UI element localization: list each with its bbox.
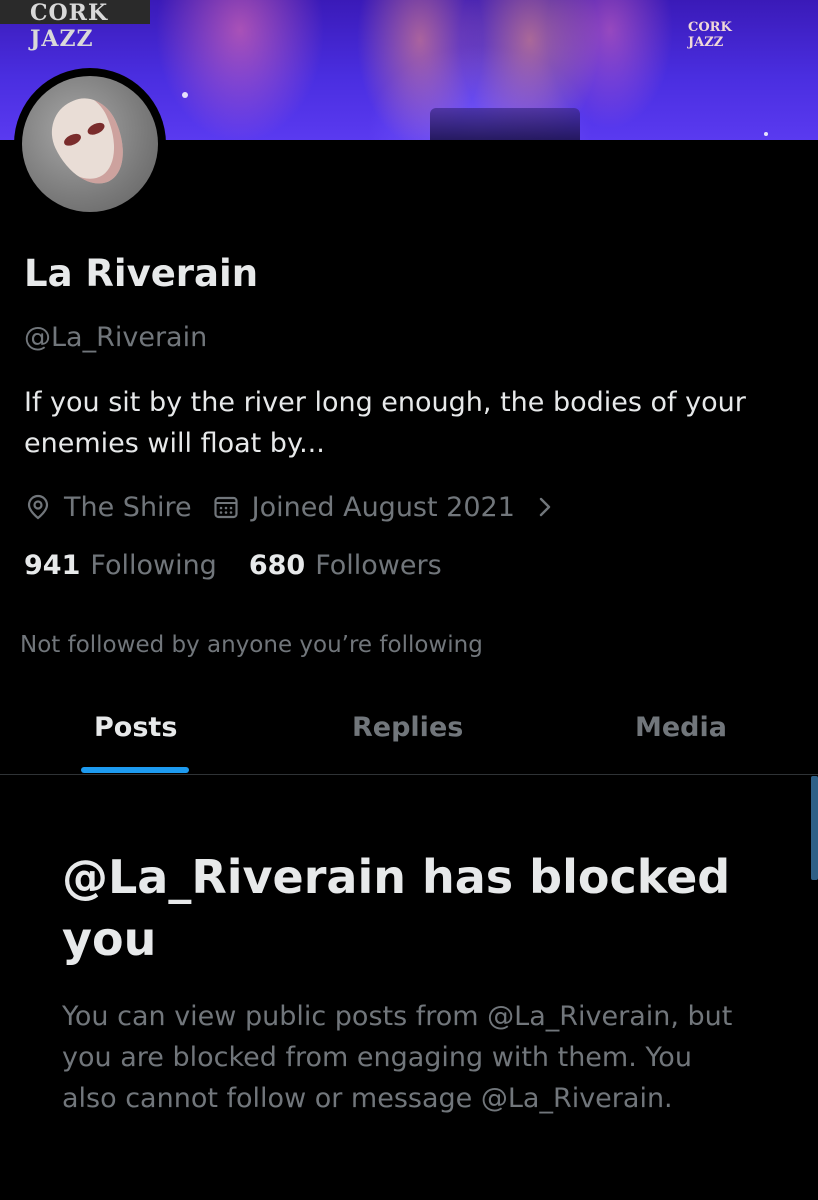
blocked-title: @La_Riverain has blocked you — [62, 850, 731, 966]
following-link[interactable]: 941 Following — [24, 550, 217, 581]
profile-tabs: Posts Replies Media — [0, 690, 818, 775]
joined-text: Joined August 2021 — [251, 491, 515, 523]
following-count: 941 — [24, 550, 81, 581]
chevron-right-icon[interactable] — [531, 493, 559, 521]
avatar[interactable] — [14, 68, 166, 220]
banner-light — [764, 132, 768, 136]
avatar-image — [22, 76, 158, 212]
location: The Shire — [24, 492, 192, 523]
followers-label: Followers — [315, 550, 442, 581]
tab-posts[interactable]: Posts — [94, 712, 177, 743]
banner-sign-left: CORK JAZZ — [0, 0, 150, 52]
profile-bio: If you sit by the river long enough, the… — [24, 387, 746, 459]
scrollbar[interactable] — [811, 776, 818, 880]
banner-sign-right: CORK JAZZ — [688, 20, 732, 50]
display-name: La Riverain — [24, 252, 259, 295]
calendar-icon — [212, 493, 240, 521]
following-label: Following — [90, 550, 217, 581]
followers-link[interactable]: 680 Followers — [249, 550, 442, 581]
tab-replies[interactable]: Replies — [352, 712, 463, 743]
joined-date[interactable]: Joined August 2021 — [212, 492, 571, 523]
follow-counts: 941 Following 680 Followers — [24, 550, 474, 581]
active-tab-indicator — [81, 767, 189, 773]
mask-graphic — [40, 88, 138, 196]
banner-stage — [430, 108, 580, 140]
location-text: The Shire — [64, 491, 192, 523]
tab-media[interactable]: Media — [635, 712, 727, 743]
not-followed-notice: Not followed by anyone you’re following — [20, 632, 483, 658]
blocked-message: You can view public posts from @La_River… — [62, 1001, 733, 1114]
profile-meta: The Shire Joined August 2021 — [24, 488, 591, 526]
banner-sign-left-text: CORK JAZZ — [30, 0, 109, 52]
banner-light — [182, 92, 188, 98]
followers-count: 680 — [248, 550, 306, 581]
location-pin-icon — [24, 493, 52, 521]
username-handle: @La_Riverain — [24, 322, 208, 353]
